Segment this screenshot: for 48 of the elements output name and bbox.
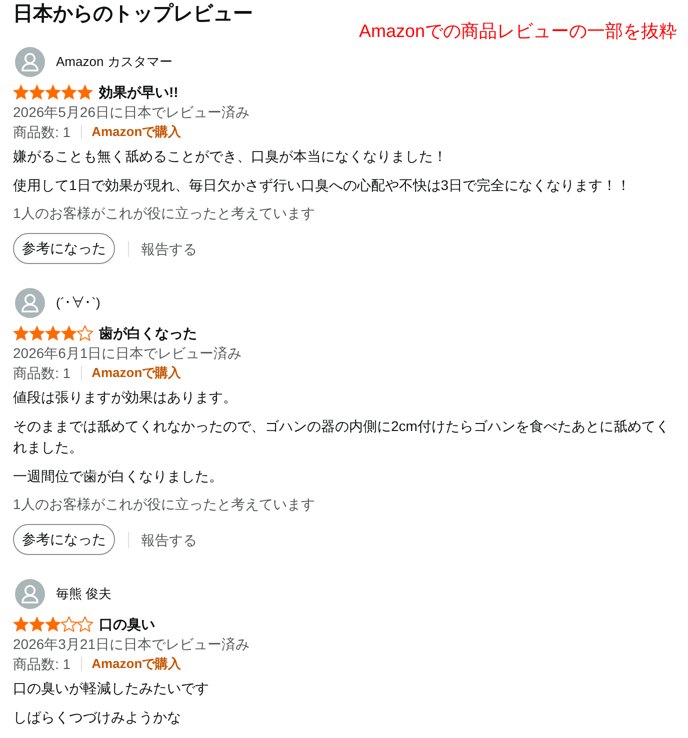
helpful-count-text: 1人のお客様がこれが役に立ったと考えています: [13, 495, 316, 514]
review-text: 嫌がることも無く舐めることができ、口臭が本当になくなりました！: [13, 147, 448, 166]
star-icon: [77, 84, 93, 100]
star-icon: [13, 325, 29, 341]
star-icon: [29, 616, 45, 632]
quantity-label: 商品数: 1: [13, 655, 71, 674]
report-link[interactable]: 報告する: [141, 238, 197, 258]
purchase-label: Amazonで購入: [92, 655, 182, 673]
star-outline-icon: [77, 616, 93, 632]
helpful-button[interactable]: 参考になった: [13, 233, 115, 264]
star-icon: [45, 325, 61, 341]
star-icon: [29, 325, 45, 341]
review-text: しばらくつづけみようかな: [13, 708, 182, 727]
star-icon: [45, 84, 61, 100]
helpful-count-text: 1人のお客様がこれが役に立ったと考えています: [13, 204, 316, 223]
star-outline-icon: [77, 325, 93, 341]
star-icon: [45, 616, 61, 632]
purchase-label: Amazonで購入: [92, 123, 182, 141]
reviewer-name: Amazon カスタマー: [56, 53, 172, 71]
review-title: 効果が早い!!: [99, 83, 178, 102]
helpful-button[interactable]: 参考になった: [13, 524, 115, 555]
star-icon: [61, 84, 77, 100]
review-text: 使用して1日で効果が現れ、毎日欠かさず行い口臭への心配や不快は3日で完全になくなります！！: [13, 176, 632, 195]
review-title: 歯が白くなった: [99, 324, 197, 343]
star-icon: [61, 325, 77, 341]
reviewer-name: (´･∀･`): [56, 294, 100, 312]
purchase-label: Amazonで購入: [92, 364, 182, 382]
review-date: 2026年3月21日に日本でレビュー済み: [13, 635, 251, 654]
star-icon: [29, 84, 45, 100]
review-text: 値段は張りますが効果はあります。: [13, 388, 238, 407]
reviewer-name: 毎熊 俊夫: [56, 585, 112, 603]
avatar-icon: [15, 47, 45, 77]
star-icon: [13, 84, 29, 100]
review-text: 口の臭いが軽減したみたいです: [13, 679, 210, 698]
review-text: 一週間位で歯が白くなりました。: [13, 467, 224, 486]
star-outline-icon: [61, 616, 77, 632]
star-icon: [13, 616, 29, 632]
section-heading: 日本からのトップレビュー: [13, 2, 253, 26]
review-date: 2026年5月26日に日本でレビュー済み: [13, 103, 251, 122]
quantity-label: 商品数: 1: [13, 364, 71, 383]
review-date: 2026年6月1日に日本でレビュー済み: [13, 344, 243, 363]
quantity-label: 商品数: 1: [13, 123, 71, 142]
review-text: そのままでは舐めてくれなかったので、ゴハンの器の内側に2cm付けたらゴハンを食べたあとに舐めてくれました。: [13, 417, 670, 457]
avatar-icon: [15, 579, 45, 609]
avatar-icon: [15, 288, 45, 318]
review-title: 口の臭い: [99, 615, 155, 634]
annotation-text: Amazonでの商品レビューの一部を抜粋: [358, 20, 677, 43]
report-link[interactable]: 報告する: [141, 530, 197, 550]
